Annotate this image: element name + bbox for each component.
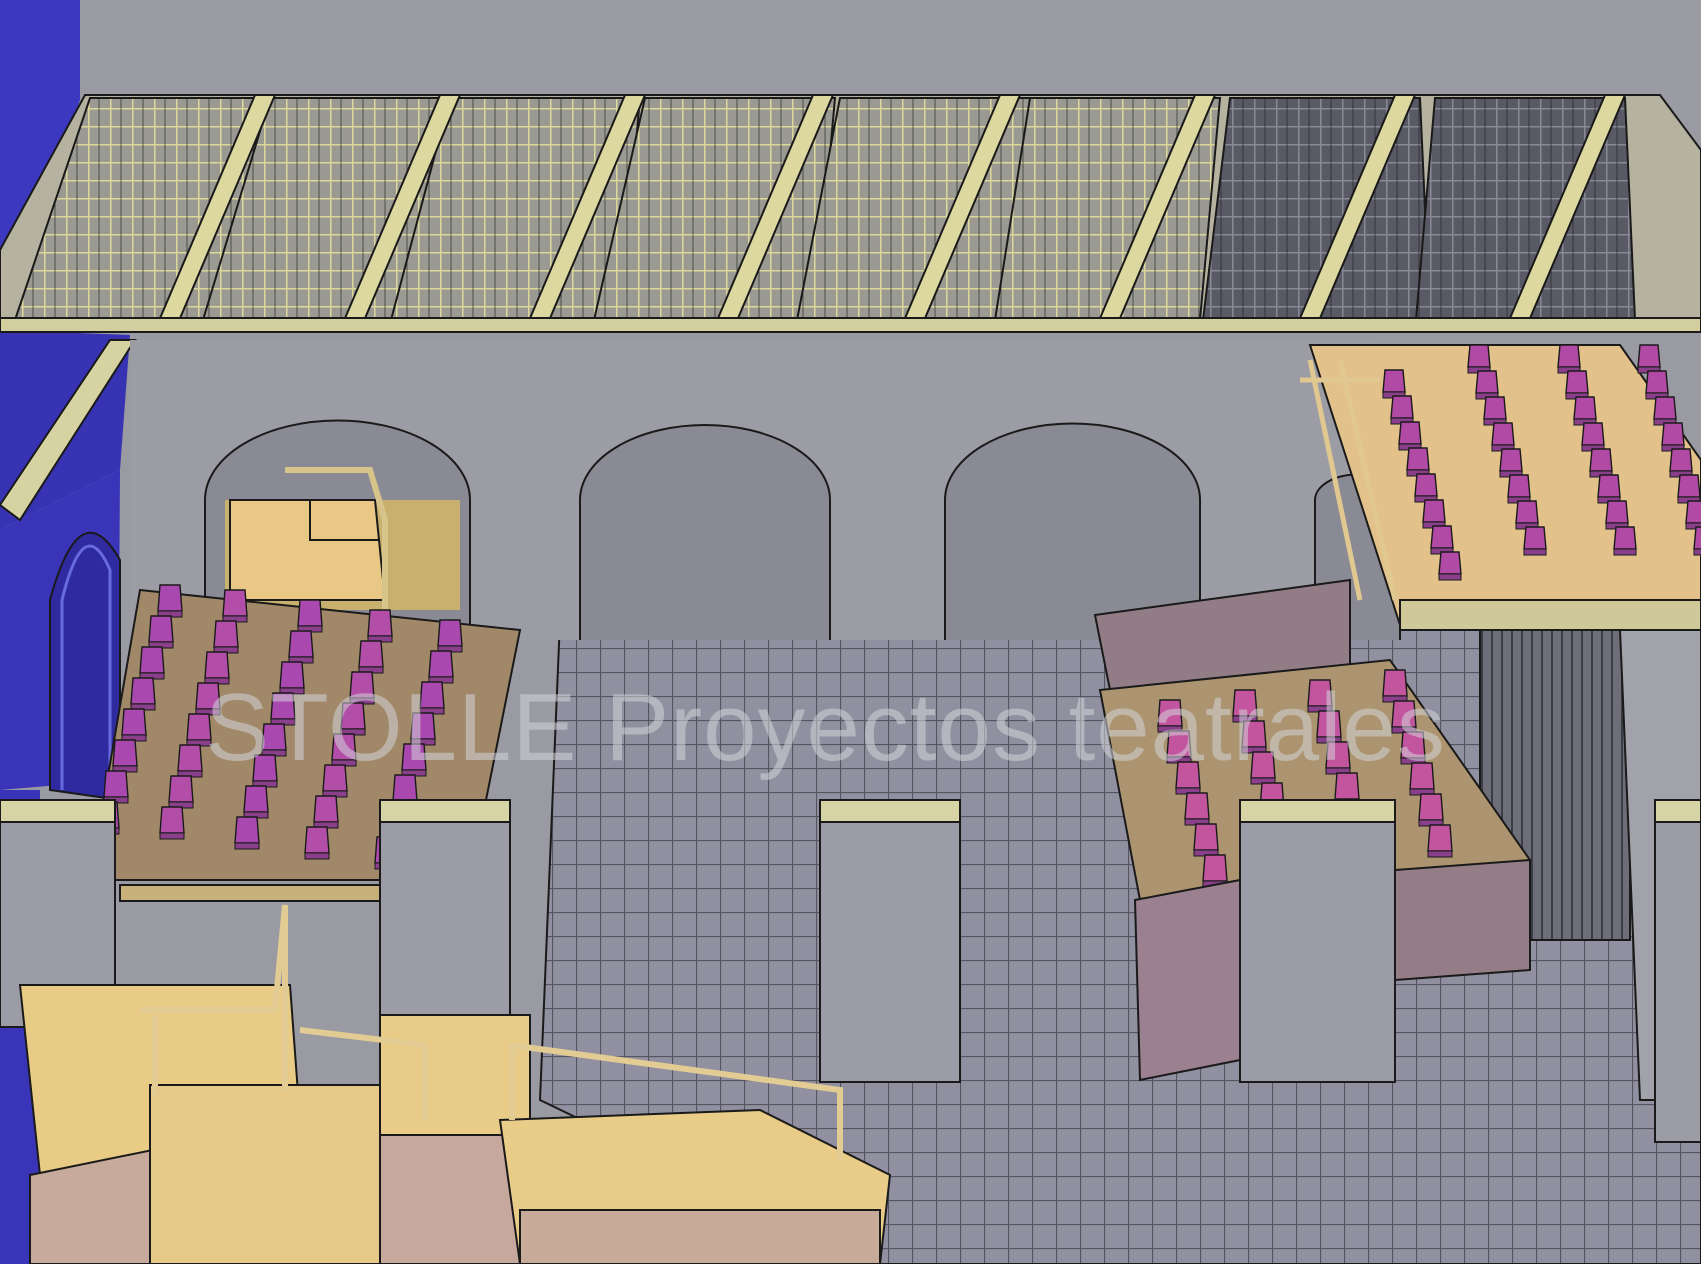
seat-base	[1613, 548, 1637, 556]
right-seating-side-wall	[1133, 878, 1241, 1082]
seat	[1605, 500, 1629, 524]
seat-base	[1693, 548, 1701, 556]
seat	[1193, 823, 1219, 851]
left-seating-rail	[119, 884, 381, 902]
seat	[1669, 448, 1693, 472]
seat	[177, 744, 203, 772]
seat	[1693, 526, 1701, 550]
seat-base	[159, 832, 185, 840]
seat	[1398, 421, 1422, 445]
seat	[1523, 526, 1547, 550]
seat	[1507, 474, 1531, 498]
seat	[213, 620, 239, 648]
seat	[1414, 473, 1438, 497]
theater-rendering: STOLLE Proyectos teatrales	[0, 0, 1701, 1264]
seat	[1685, 500, 1701, 524]
seat	[1589, 448, 1613, 472]
seat	[1677, 474, 1701, 498]
seat	[130, 677, 156, 705]
seat	[1573, 396, 1597, 420]
seat	[1613, 526, 1637, 550]
seat	[1499, 448, 1523, 472]
seat	[1475, 370, 1499, 394]
seat-base	[1523, 548, 1547, 556]
seat	[1581, 422, 1605, 446]
seat	[437, 619, 463, 647]
pillar-cap	[1239, 799, 1396, 823]
seat	[1202, 854, 1228, 882]
seat	[1390, 395, 1414, 419]
seat	[1184, 792, 1210, 820]
pillar-cap	[379, 799, 511, 823]
seat	[234, 816, 260, 844]
lighting-grid-panels	[0, 94, 1701, 333]
seat	[1653, 396, 1677, 420]
pillar-cap	[819, 799, 961, 823]
seat	[148, 615, 174, 643]
seat	[139, 646, 165, 674]
seat	[367, 609, 393, 637]
seat-base	[304, 852, 330, 860]
seat	[1418, 793, 1444, 821]
seat	[313, 795, 339, 823]
seat	[304, 826, 330, 854]
seat	[297, 599, 323, 627]
front-step-top	[379, 1014, 531, 1136]
seat	[1430, 525, 1454, 549]
seat	[243, 785, 269, 813]
watermark-text: STOLLE Proyectos teatrales	[205, 674, 1446, 781]
right-seating-back-wall	[1394, 858, 1531, 982]
seat	[168, 775, 194, 803]
seat	[1422, 499, 1446, 523]
auditorium-3d-view: STOLLE Proyectos teatrales	[0, 0, 1701, 1264]
seat	[121, 708, 147, 736]
pillar	[819, 821, 961, 1083]
grid-front-beam	[0, 317, 1701, 333]
left-stair-landing	[229, 499, 387, 601]
ramp-face	[519, 1209, 881, 1264]
seat	[1557, 344, 1581, 368]
seat	[1438, 551, 1462, 575]
right-balcony-front	[1399, 599, 1701, 631]
seat	[159, 806, 185, 834]
seat	[1467, 344, 1491, 368]
seat	[103, 770, 129, 798]
seat	[112, 739, 138, 767]
pillar	[379, 821, 511, 1023]
seat-base	[1438, 573, 1462, 581]
pillar-cap	[0, 799, 116, 823]
pillar	[1654, 821, 1701, 1143]
seat	[1427, 824, 1453, 852]
pillar-cap	[1654, 799, 1701, 823]
seat	[1382, 369, 1406, 393]
seat	[1483, 396, 1507, 420]
seat	[288, 630, 314, 658]
seat	[1645, 370, 1669, 394]
seat	[157, 584, 183, 612]
seat	[1637, 344, 1661, 368]
seat	[1597, 474, 1621, 498]
seat	[1661, 422, 1685, 446]
seat	[1565, 370, 1589, 394]
pillar	[1239, 821, 1396, 1083]
arch-opening	[579, 424, 831, 640]
seat	[1406, 447, 1430, 471]
seat	[358, 640, 384, 668]
seat-base	[234, 842, 260, 850]
seat	[1491, 422, 1515, 446]
seat-base	[1427, 850, 1453, 858]
seat	[1515, 500, 1539, 524]
seat	[222, 589, 248, 617]
front-mid-platform-top	[149, 1084, 402, 1264]
